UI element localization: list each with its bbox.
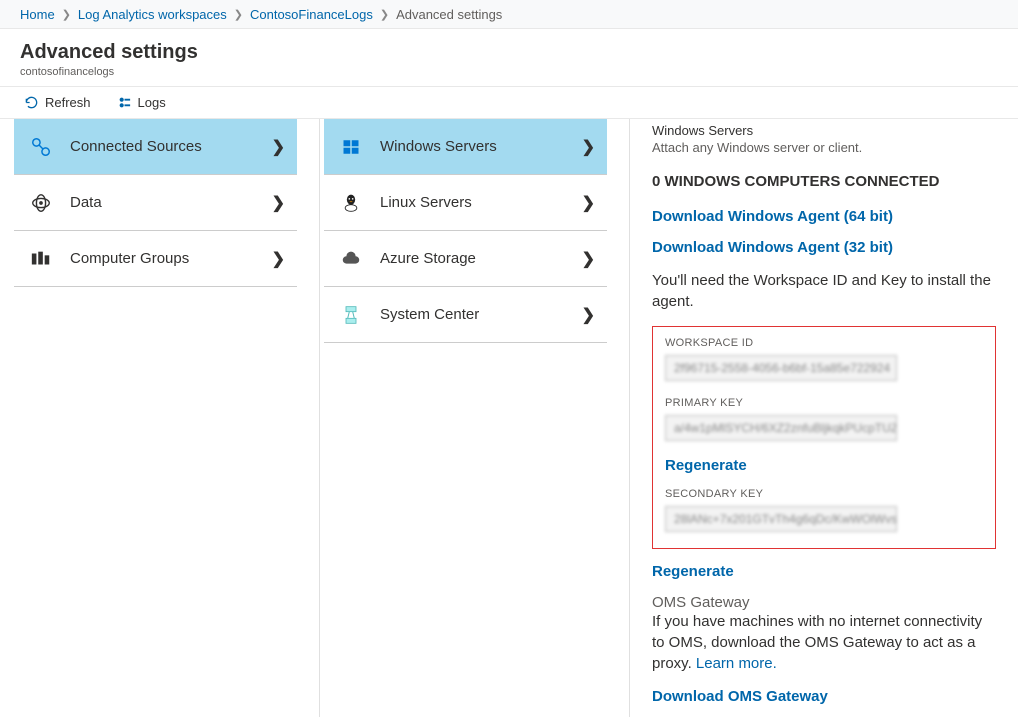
panel-item-label: Connected Sources [70, 138, 272, 155]
page-title: Advanced settings [20, 41, 998, 64]
logs-label: Logs [138, 95, 166, 110]
refresh-label: Refresh [45, 95, 91, 110]
panel-item-label: Computer Groups [70, 250, 272, 267]
detail-header: Windows Servers [652, 123, 996, 138]
chevron-right-icon: ❯ [582, 305, 595, 325]
download-agent-64-link[interactable]: Download Windows Agent (64 bit) [652, 208, 996, 225]
data-icon [30, 192, 52, 214]
secondary-key-value[interactable]: 28lANc+7x201GTvTh4g6qDc/KwWOlWvsGwf [665, 506, 897, 532]
panel-item-label: Windows Servers [380, 138, 582, 155]
windows-icon [340, 136, 362, 158]
panel-item-data[interactable]: Data ❯ [14, 175, 297, 231]
breadcrumb-workspaces[interactable]: Log Analytics workspaces [78, 7, 227, 22]
chevron-right-icon: ❯ [582, 137, 595, 157]
panel-item-label: Azure Storage [380, 250, 582, 267]
breadcrumb-current: Advanced settings [396, 7, 502, 22]
chevron-right-icon: ❯ [272, 249, 285, 269]
keys-highlight-box: WORKSPACE ID 2f96715-2558-4056-b6bf-15a8… [652, 326, 996, 549]
chevron-right-icon: ❯ [272, 193, 285, 213]
workspace-id-value[interactable]: 2f96715-2558-4056-b6bf-15a85e722924 [665, 355, 897, 381]
connected-sources-icon [30, 136, 52, 158]
oms-gateway-title: OMS Gateway [652, 594, 996, 611]
chevron-right-icon: ❯ [272, 137, 285, 157]
detail-subheader: Attach any Windows server or client. [652, 140, 996, 155]
refresh-icon [24, 95, 39, 110]
workspace-id-label: WORKSPACE ID [665, 337, 983, 349]
download-oms-gateway-link[interactable]: Download OMS Gateway [652, 688, 996, 705]
primary-key-label: PRIMARY KEY [665, 397, 983, 409]
refresh-button[interactable]: Refresh [20, 93, 95, 112]
learn-more-link[interactable]: Learn more. [696, 655, 777, 672]
breadcrumb: Home ❯ Log Analytics workspaces ❯ Contos… [20, 7, 998, 22]
page-title-block: Advanced settings contosofinancelogs [0, 29, 1018, 86]
panel-primary: Connected Sources ❯ Data ❯ Computer Grou… [10, 119, 302, 717]
panel-item-linux-servers[interactable]: Linux Servers ❯ [324, 175, 607, 231]
secondary-key-label: SECONDARY KEY [665, 488, 983, 500]
download-agent-32-link[interactable]: Download Windows Agent (32 bit) [652, 239, 996, 256]
panel-item-computer-groups[interactable]: Computer Groups ❯ [14, 231, 297, 287]
regenerate-secondary-link[interactable]: Regenerate [652, 563, 996, 580]
computer-groups-icon [30, 248, 52, 270]
linux-icon [340, 192, 362, 214]
page-subtitle: contosofinancelogs [20, 66, 998, 78]
panel-item-windows-servers[interactable]: Windows Servers ❯ [324, 119, 607, 175]
breadcrumb-bar: Home ❯ Log Analytics workspaces ❯ Contos… [0, 0, 1018, 29]
logs-button[interactable]: Logs [113, 93, 170, 112]
chevron-right-icon: ❯ [582, 193, 595, 213]
panel-item-azure-storage[interactable]: Azure Storage ❯ [324, 231, 607, 287]
panel-item-label: Linux Servers [380, 194, 582, 211]
logs-icon [117, 95, 132, 110]
oms-gateway-body: If you have machines with no internet co… [652, 611, 996, 674]
cloud-icon [340, 248, 362, 270]
main-area: Connected Sources ❯ Data ❯ Computer Grou… [0, 118, 1018, 717]
chevron-right-icon: ❯ [582, 249, 595, 269]
primary-key-value[interactable]: a/4w1pMlSYCH/6XZ2znfuBljkqkPUcpTUZh [665, 415, 897, 441]
regenerate-primary-link[interactable]: Regenerate [665, 457, 983, 474]
panel-item-connected-sources[interactable]: Connected Sources ❯ [14, 119, 297, 175]
panel-item-label: System Center [380, 306, 582, 323]
breadcrumb-workspace-name[interactable]: ContosoFinanceLogs [250, 7, 373, 22]
panel-secondary: Windows Servers ❯ Linux Servers ❯ Azure … [320, 119, 612, 717]
chevron-right-icon: ❯ [234, 8, 243, 21]
chevron-right-icon: ❯ [62, 8, 71, 21]
toolbar: Refresh Logs [0, 86, 1018, 118]
panel-item-label: Data [70, 194, 272, 211]
detail-panel: Windows Servers Attach any Windows serve… [630, 119, 1018, 717]
panel-item-system-center[interactable]: System Center ❯ [324, 287, 607, 343]
system-center-icon [340, 304, 362, 326]
breadcrumb-home[interactable]: Home [20, 7, 55, 22]
install-info-text: You'll need the Workspace ID and Key to … [652, 270, 996, 312]
chevron-right-icon: ❯ [380, 8, 389, 21]
connected-count: 0 WINDOWS COMPUTERS CONNECTED [652, 173, 996, 190]
